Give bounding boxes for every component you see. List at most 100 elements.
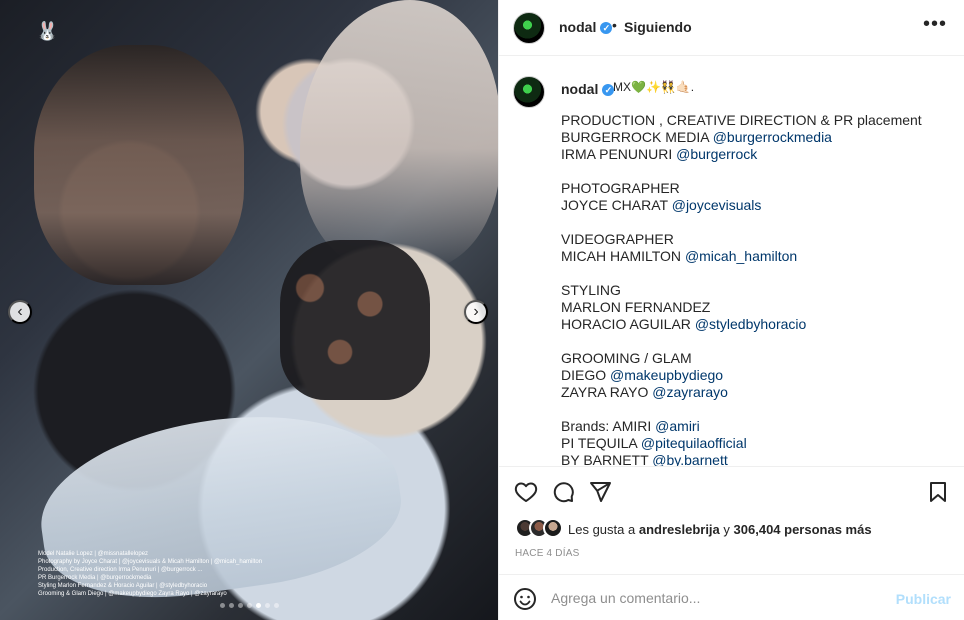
carousel-dot <box>220 603 225 608</box>
caption-line: PRODUCTION , CREATIVE DIRECTION & PR pla… <box>561 112 951 129</box>
caption-text-span: MICAH HAMILTON <box>561 248 685 264</box>
likes-count-link[interactable]: 306,404 personas más <box>734 522 872 537</box>
follow-status-button[interactable]: Siguiendo <box>624 19 692 35</box>
caption-line: STYLING <box>561 282 951 299</box>
carousel-dot <box>274 603 279 608</box>
liker-username-link[interactable]: andreslebrija <box>639 522 720 537</box>
caption-line: JOYCE CHARAT @joycevisuals <box>561 197 951 214</box>
likes-summary: Les gusta a andreslebrija y 306,404 pers… <box>499 514 964 544</box>
carousel-dot <box>247 603 252 608</box>
media-subject-woman-hair <box>300 0 498 270</box>
caption-text-span: HORACIO AGUILAR <box>561 316 695 332</box>
caption-line: GROOMING / GLAM <box>561 350 951 367</box>
share-button[interactable] <box>587 479 613 505</box>
mention-link[interactable]: @zayrarayo <box>652 384 728 400</box>
post-actions <box>499 466 964 514</box>
image-credit-line: PR Burgerrock Media | @burgerrockmedia <box>38 575 152 581</box>
mention-link[interactable]: @pitequilaofficial <box>641 435 747 451</box>
liker-avatars[interactable] <box>515 518 565 538</box>
caption-line: PI TEQUILA @pitequilaofficial <box>561 435 951 452</box>
post-timestamp[interactable]: HACE 4 DÍAS <box>515 548 579 559</box>
image-credit-line: Photography by Joyce Charat | @joycevisu… <box>38 559 263 565</box>
caption-line: VIDEOGRAPHER <box>561 231 951 248</box>
likes-connector: y <box>723 522 730 537</box>
mention-link[interactable]: @styledbyhoracio <box>695 316 807 332</box>
caption-text-span: Brands: AMIRI <box>561 418 656 434</box>
avatar[interactable] <box>513 12 545 44</box>
carousel-prev-button[interactable]: ‹ <box>8 300 32 324</box>
comment-icon <box>553 482 574 503</box>
image-credit-line: Model Natalie Lopez | @missnatallelopez <box>38 551 149 557</box>
caption-text-span: JOYCE CHARAT <box>561 197 672 213</box>
caption-line: DIEGO @makeupbydiego <box>561 367 951 384</box>
mention-link[interactable]: @amiri <box>655 418 700 434</box>
caption-line: ZAYRA RAYO @zayrarayo <box>561 384 951 401</box>
image-credit-line: Styling Marlon Fernandez & Horacio Aguil… <box>38 583 208 589</box>
caption-line: IRMA PENUNURI @burgerrock <box>561 146 951 163</box>
caption-line: MARLON FERNANDEZ <box>561 299 951 316</box>
comment-button[interactable] <box>550 479 576 505</box>
mention-link[interactable]: @burgerrock <box>676 146 757 162</box>
chevron-left-icon: ‹ <box>17 303 23 320</box>
username-link[interactable]: nodal ✓ <box>559 19 613 35</box>
bookmark-icon <box>930 482 946 502</box>
comment-input[interactable] <box>551 587 881 609</box>
share-icon <box>590 482 611 502</box>
caption-text-span: ZAYRA RAYO <box>561 384 653 400</box>
caption-line: MICAH HAMILTON @micah_hamilton <box>561 248 951 265</box>
post-header: nodal ✓ • Siguiendo ••• <box>499 0 964 56</box>
caption-text-span: BURGERROCK MEDIA <box>561 129 713 145</box>
caption-text: PRODUCTION , CREATIVE DIRECTION & PR pla… <box>561 112 951 466</box>
emoji-picker-button[interactable] <box>513 587 537 611</box>
media-lingerie <box>280 240 430 400</box>
separator-dot: • <box>612 17 617 33</box>
carousel-dot <box>256 603 261 608</box>
more-options-icon[interactable]: ••• <box>923 13 947 36</box>
bunny-logo-icon: 🐰 <box>36 21 59 41</box>
caption-emoji-row: MX💚✨👯🤙🏻. <box>613 80 695 94</box>
username-text: nodal <box>559 19 597 35</box>
caption-line: BY BARNETT @by.barnett <box>561 452 951 466</box>
save-button[interactable] <box>925 479 951 505</box>
verified-badge-icon: ✓ <box>600 22 613 35</box>
heart-icon <box>514 482 538 502</box>
likes-text: Les gusta a andreslebrija y 306,404 pers… <box>568 522 872 537</box>
like-button[interactable] <box>513 479 539 505</box>
caption-text-span: GROOMING / GLAM <box>561 350 692 366</box>
caption-username-text: nodal <box>561 81 599 97</box>
publish-button[interactable]: Publicar <box>896 591 951 607</box>
avatar[interactable] <box>513 76 545 108</box>
smiley-icon <box>514 588 536 610</box>
carousel-dot <box>229 603 234 608</box>
post-sidebar: nodal ✓ • Siguiendo ••• nodal ✓ MX💚✨👯🤙🏻. P… <box>498 0 964 620</box>
post-caption: nodal ✓ MX💚✨👯🤙🏻. PRODUCTION , CREATIVE DI… <box>499 56 964 466</box>
caption-username-link[interactable]: nodal ✓ <box>561 81 615 97</box>
mention-link[interactable]: @by.barnett <box>652 452 727 466</box>
caption-text-span: MARLON FERNANDEZ <box>561 299 711 315</box>
mention-link[interactable]: @joycevisuals <box>672 197 762 213</box>
carousel-dot <box>238 603 243 608</box>
caption-text-span: PI TEQUILA <box>561 435 641 451</box>
mention-link[interactable]: @micah_hamilton <box>685 248 797 264</box>
carousel-dot <box>265 603 270 608</box>
comment-composer: Publicar <box>499 574 964 620</box>
caption-text-span: PHOTOGRAPHER <box>561 180 680 196</box>
liker-avatar-3 <box>543 518 563 538</box>
carousel-next-button[interactable]: › <box>464 300 488 324</box>
instagram-post-modal: 🐰 ‹ › Model Natalie Lopez | @missnatalle… <box>0 0 964 620</box>
caption-text-span: DIEGO <box>561 367 611 383</box>
caption-line: PHOTOGRAPHER <box>561 180 951 197</box>
caption-text-span: BY BARNETT <box>561 452 653 466</box>
post-media-image[interactable]: 🐰 ‹ › Model Natalie Lopez | @missnatalle… <box>0 0 498 620</box>
media-subject-man <box>34 45 244 285</box>
mention-link[interactable]: @burgerrockmedia <box>713 129 832 145</box>
caption-line: BURGERROCK MEDIA @burgerrockmedia <box>561 129 951 146</box>
caption-line: Brands: AMIRI @amiri <box>561 418 951 435</box>
caption-line: HORACIO AGUILAR @styledbyhoracio <box>561 316 951 333</box>
mention-link[interactable]: @makeupbydiego <box>610 367 723 383</box>
caption-text-span: PRODUCTION , CREATIVE DIRECTION & PR pla… <box>561 112 922 128</box>
